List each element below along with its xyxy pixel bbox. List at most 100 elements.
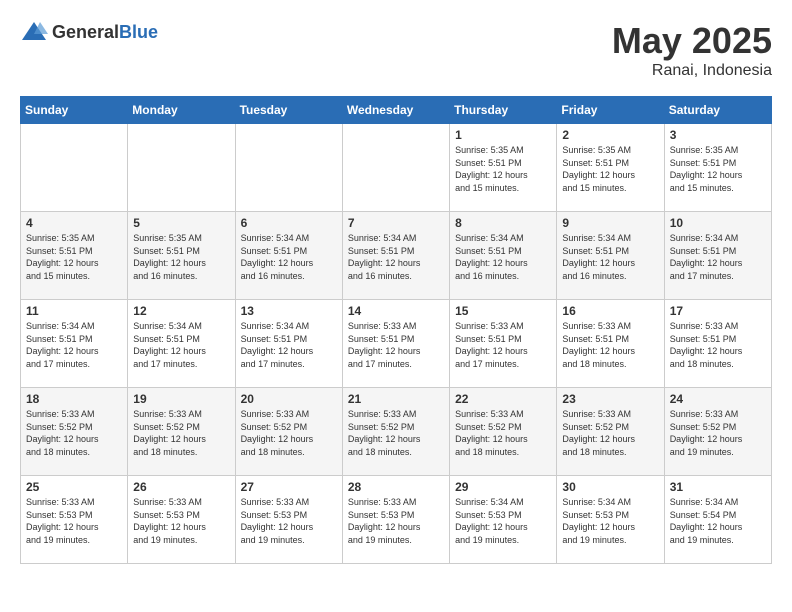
header-day: Wednesday [342, 97, 449, 124]
day-info: Sunrise: 5:35 AM Sunset: 5:51 PM Dayligh… [26, 232, 122, 282]
day-info: Sunrise: 5:35 AM Sunset: 5:51 PM Dayligh… [133, 232, 229, 282]
day-info: Sunrise: 5:34 AM Sunset: 5:51 PM Dayligh… [455, 232, 551, 282]
day-info: Sunrise: 5:33 AM Sunset: 5:52 PM Dayligh… [455, 408, 551, 458]
day-number: 6 [241, 216, 337, 230]
day-info: Sunrise: 5:34 AM Sunset: 5:53 PM Dayligh… [562, 496, 658, 546]
day-number: 14 [348, 304, 444, 318]
day-number: 17 [670, 304, 766, 318]
month-title: May 2025 [612, 20, 772, 62]
day-cell: 15 Sunrise: 5:33 AM Sunset: 5:51 PM Dayli… [450, 300, 557, 388]
day-number: 12 [133, 304, 229, 318]
header-day: Sunday [21, 97, 128, 124]
day-cell: 22 Sunrise: 5:33 AM Sunset: 5:52 PM Dayli… [450, 388, 557, 476]
day-info: Sunrise: 5:34 AM Sunset: 5:51 PM Dayligh… [133, 320, 229, 370]
day-number: 20 [241, 392, 337, 406]
day-cell: 26 Sunrise: 5:33 AM Sunset: 5:53 PM Dayli… [128, 476, 235, 564]
day-cell: 3 Sunrise: 5:35 AM Sunset: 5:51 PM Daylig… [664, 124, 771, 212]
day-number: 1 [455, 128, 551, 142]
day-number: 8 [455, 216, 551, 230]
week-row: 4 Sunrise: 5:35 AM Sunset: 5:51 PM Daylig… [21, 212, 772, 300]
day-cell: 19Sunrise: 5:33 AM Sunset: 5:52 PM Dayli… [128, 388, 235, 476]
day-info: Sunrise: 5:34 AM Sunset: 5:51 PM Dayligh… [241, 320, 337, 370]
day-cell: 8 Sunrise: 5:34 AM Sunset: 5:51 PM Daylig… [450, 212, 557, 300]
day-cell: 18Sunrise: 5:33 AM Sunset: 5:52 PM Dayli… [21, 388, 128, 476]
day-info: Sunrise: 5:34 AM Sunset: 5:51 PM Dayligh… [562, 232, 658, 282]
logo-general-text: General [52, 22, 119, 42]
day-info: Sunrise: 5:33 AM Sunset: 5:52 PM Dayligh… [348, 408, 444, 458]
logo-blue-text: Blue [119, 22, 158, 42]
logo-icon [20, 20, 48, 44]
location-title: Ranai, Indonesia [612, 62, 772, 80]
day-cell: 9 Sunrise: 5:34 AM Sunset: 5:51 PM Daylig… [557, 212, 664, 300]
day-info: Sunrise: 5:34 AM Sunset: 5:53 PM Dayligh… [455, 496, 551, 546]
day-info: Sunrise: 5:33 AM Sunset: 5:52 PM Dayligh… [562, 408, 658, 458]
day-number: 26 [133, 480, 229, 494]
header-row: SundayMondayTuesdayWednesdayThursdayFrid… [21, 97, 772, 124]
day-number: 27 [241, 480, 337, 494]
day-number: 31 [670, 480, 766, 494]
day-cell: 31 Sunrise: 5:34 AM Sunset: 5:54 PM Dayli… [664, 476, 771, 564]
calendar-table: SundayMondayTuesdayWednesdayThursdayFrid… [20, 96, 772, 564]
day-number: 25 [26, 480, 122, 494]
day-info: Sunrise: 5:34 AM Sunset: 5:51 PM Dayligh… [26, 320, 122, 370]
day-info: Sunrise: 5:33 AM Sunset: 5:51 PM Dayligh… [348, 320, 444, 370]
week-row: 1 Sunrise: 5:35 AM Sunset: 5:51 PM Daylig… [21, 124, 772, 212]
day-info: Sunrise: 5:35 AM Sunset: 5:51 PM Dayligh… [670, 144, 766, 194]
day-info: Sunrise: 5:34 AM Sunset: 5:51 PM Dayligh… [670, 232, 766, 282]
day-cell: 2Sunrise: 5:35 AM Sunset: 5:51 PM Daylig… [557, 124, 664, 212]
day-number: 5 [133, 216, 229, 230]
day-cell: 30Sunrise: 5:34 AM Sunset: 5:53 PM Dayli… [557, 476, 664, 564]
calendar-body: 1 Sunrise: 5:35 AM Sunset: 5:51 PM Daylig… [21, 124, 772, 564]
day-number: 7 [348, 216, 444, 230]
day-cell: 21 Sunrise: 5:33 AM Sunset: 5:52 PM Dayli… [342, 388, 449, 476]
day-number: 24 [670, 392, 766, 406]
day-number: 10 [670, 216, 766, 230]
day-number: 3 [670, 128, 766, 142]
day-cell: 5 Sunrise: 5:35 AM Sunset: 5:51 PM Daylig… [128, 212, 235, 300]
day-number: 11 [26, 304, 122, 318]
day-cell: 17Sunrise: 5:33 AM Sunset: 5:51 PM Dayli… [664, 300, 771, 388]
day-info: Sunrise: 5:33 AM Sunset: 5:53 PM Dayligh… [26, 496, 122, 546]
header-day: Friday [557, 97, 664, 124]
page-header: GeneralBlue May 2025 Ranai, Indonesia [20, 20, 772, 80]
header-day: Saturday [664, 97, 771, 124]
header-day: Tuesday [235, 97, 342, 124]
day-cell: 27 Sunrise: 5:33 AM Sunset: 5:53 PM Dayli… [235, 476, 342, 564]
day-info: Sunrise: 5:34 AM Sunset: 5:51 PM Dayligh… [241, 232, 337, 282]
day-cell: 25 Sunrise: 5:33 AM Sunset: 5:53 PM Dayli… [21, 476, 128, 564]
day-cell: 11 Sunrise: 5:34 AM Sunset: 5:51 PM Dayli… [21, 300, 128, 388]
day-number: 9 [562, 216, 658, 230]
day-cell [128, 124, 235, 212]
day-number: 15 [455, 304, 551, 318]
day-info: Sunrise: 5:34 AM Sunset: 5:54 PM Dayligh… [670, 496, 766, 546]
day-cell: 23 Sunrise: 5:33 AM Sunset: 5:52 PM Dayli… [557, 388, 664, 476]
day-info: Sunrise: 5:33 AM Sunset: 5:53 PM Dayligh… [348, 496, 444, 546]
day-info: Sunrise: 5:33 AM Sunset: 5:51 PM Dayligh… [562, 320, 658, 370]
day-cell: 6 Sunrise: 5:34 AM Sunset: 5:51 PM Daylig… [235, 212, 342, 300]
week-row: 11 Sunrise: 5:34 AM Sunset: 5:51 PM Dayli… [21, 300, 772, 388]
day-info: Sunrise: 5:33 AM Sunset: 5:53 PM Dayligh… [133, 496, 229, 546]
day-cell: 10 Sunrise: 5:34 AM Sunset: 5:51 PM Dayli… [664, 212, 771, 300]
day-cell: 12 Sunrise: 5:34 AM Sunset: 5:51 PM Dayli… [128, 300, 235, 388]
day-info: Sunrise: 5:33 AM Sunset: 5:51 PM Dayligh… [455, 320, 551, 370]
day-number: 13 [241, 304, 337, 318]
day-number: 21 [348, 392, 444, 406]
day-cell: 7 Sunrise: 5:34 AM Sunset: 5:51 PM Daylig… [342, 212, 449, 300]
day-info: Sunrise: 5:33 AM Sunset: 5:53 PM Dayligh… [241, 496, 337, 546]
day-number: 4 [26, 216, 122, 230]
title-block: May 2025 Ranai, Indonesia [612, 20, 772, 80]
day-cell: 1 Sunrise: 5:35 AM Sunset: 5:51 PM Daylig… [450, 124, 557, 212]
day-number: 16 [562, 304, 658, 318]
day-number: 23 [562, 392, 658, 406]
day-info: Sunrise: 5:33 AM Sunset: 5:52 PM Dayligh… [241, 408, 337, 458]
day-info: Sunrise: 5:35 AM Sunset: 5:51 PM Dayligh… [562, 144, 658, 194]
day-cell: 20 Sunrise: 5:33 AM Sunset: 5:52 PM Dayli… [235, 388, 342, 476]
day-cell [21, 124, 128, 212]
day-cell [342, 124, 449, 212]
day-info: Sunrise: 5:34 AM Sunset: 5:51 PM Dayligh… [348, 232, 444, 282]
day-number: 22 [455, 392, 551, 406]
day-info: Sunrise: 5:35 AM Sunset: 5:51 PM Dayligh… [455, 144, 551, 194]
day-number: 19 [133, 392, 229, 406]
day-cell: 4 Sunrise: 5:35 AM Sunset: 5:51 PM Daylig… [21, 212, 128, 300]
day-cell: 29Sunrise: 5:34 AM Sunset: 5:53 PM Dayli… [450, 476, 557, 564]
